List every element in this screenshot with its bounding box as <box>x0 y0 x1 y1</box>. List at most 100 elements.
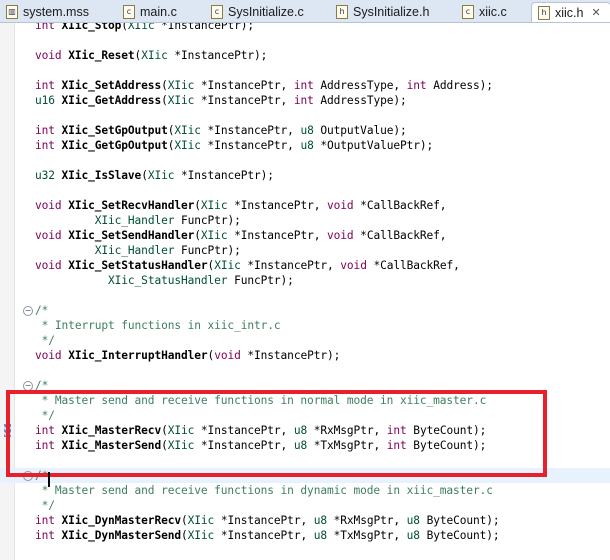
code-token: XIic_SetStatusHandler <box>68 259 208 272</box>
code-token: u16 <box>35 94 62 107</box>
code-line[interactable]: void XIic_Reset(XIic *InstancePtr); <box>0 48 610 63</box>
code-token: FuncPtr); <box>227 274 294 287</box>
tab-main-c[interactable]: c main.c <box>123 2 177 22</box>
code-line[interactable]: int XIic_SetGpOutput(XIic *InstancePtr, … <box>0 123 610 138</box>
code-editor[interactable]: int XIic_Stop(XIic *InstancePtr); void X… <box>0 23 610 560</box>
code-token: ( <box>181 529 188 542</box>
code-token: *TxMsgPtr, <box>327 529 407 542</box>
code-line[interactable]: XIic_StatusHandler FuncPtr); <box>0 273 610 288</box>
code-line[interactable]: int XIic_DynMasterRecv(XIic *InstancePtr… <box>0 513 610 528</box>
code-line[interactable]: */ <box>0 498 610 513</box>
code-line[interactable]: * Interrupt functions in xiic_intr.c <box>0 318 610 333</box>
code-token: *InstancePtr, <box>194 424 294 437</box>
tab-xiic-h[interactable]: h xiic.h ✕ <box>531 2 610 22</box>
code-token: void <box>214 349 241 362</box>
code-token: int <box>293 79 314 92</box>
code-line[interactable]: * Master send and receive functions in d… <box>0 483 610 498</box>
tab-label: main.c <box>140 5 177 19</box>
code-line[interactable]: /* − <box>0 378 610 393</box>
code-token: void <box>327 199 354 212</box>
code-line[interactable]: * Master send and receive functions in n… <box>0 393 610 408</box>
code-token: int <box>35 439 62 452</box>
code-line[interactable]: u32 XIic_IsSlave(XIic *InstancePtr); <box>0 168 610 183</box>
code-line[interactable]: int XIic_MasterSend(XIic *InstancePtr, u… <box>0 438 610 453</box>
code-token: u32 <box>35 169 62 182</box>
code-token: *CallBackRef, <box>366 259 460 272</box>
code-token: XIic_Reset <box>68 49 135 62</box>
code-line[interactable]: void XIic_InterruptHandler(void *Instanc… <box>0 348 610 363</box>
code-token: void <box>35 259 69 272</box>
code-line[interactable] <box>0 108 610 123</box>
code-token: *InstancePtr, <box>194 79 294 92</box>
code-line[interactable]: /* − <box>0 303 610 318</box>
code-token: *InstancePtr); <box>154 23 255 32</box>
code-token: */ <box>35 334 55 347</box>
code-line[interactable] <box>0 33 610 48</box>
tab-label: system.mss <box>23 5 89 19</box>
code-line[interactable]: u16 XIic_GetAddress(XIic *InstancePtr, i… <box>0 93 610 108</box>
code-line[interactable]: int XIic_SetAddress(XIic *InstancePtr, i… <box>0 78 610 93</box>
code-token: *InstancePtr); <box>240 349 341 362</box>
code-line[interactable]: */ <box>0 333 610 348</box>
code-token: u8 <box>406 529 420 542</box>
tab-label: SysInitialize.c <box>228 5 304 19</box>
code-line[interactable] <box>0 183 610 198</box>
code-token: * Interrupt functions in xiic_intr.c <box>35 319 281 332</box>
code-token: XIic <box>200 229 228 242</box>
code-line[interactable]: void XIic_SetStatusHandler(XIic *Instanc… <box>0 258 610 273</box>
code-token: XIic_MasterRecv <box>61 424 162 437</box>
code-token: FuncPtr); <box>174 214 241 227</box>
close-tab-icon[interactable]: ✕ <box>591 6 600 19</box>
code-token: XIic_DynMasterRecv <box>61 514 182 527</box>
code-token: u8 <box>406 514 420 527</box>
code-line[interactable]: XIic_Handler FuncPtr); <box>0 243 610 258</box>
code-token: XIic_StatusHandler <box>108 274 228 287</box>
fold-collapse-icon[interactable]: − <box>23 471 33 481</box>
code-token: void <box>35 349 69 362</box>
fold-collapse-icon[interactable]: − <box>23 381 33 391</box>
code-token: int <box>35 79 62 92</box>
code-token: XIic_SetRecvHandler <box>68 199 195 212</box>
code-line[interactable]: int XIic_DynMasterSend(XIic *InstancePtr… <box>0 528 610 543</box>
code-line[interactable]: int XIic_MasterRecv(XIic *InstancePtr, u… <box>0 423 610 438</box>
fold-collapse-icon[interactable]: − <box>23 306 33 316</box>
tab-sysinitialize-h[interactable]: h SysInitialize.h <box>336 2 429 22</box>
code-line[interactable] <box>0 453 610 468</box>
code-token: XIic_SetAddress <box>61 79 162 92</box>
code-line[interactable]: void XIic_SetSendHandler(XIic *InstanceP… <box>0 228 610 243</box>
code-line[interactable] <box>0 63 610 78</box>
tab-system-mss[interactable]: ▥ system.mss <box>6 2 89 22</box>
code-line[interactable] <box>0 153 610 168</box>
editor-tab-bar: ▥ system.mss c main.c c SysInitialize.c h Sy… <box>0 0 610 23</box>
code-token: int <box>35 124 62 137</box>
code-token: *InstancePtr, <box>194 439 294 452</box>
code-line[interactable]: */ <box>0 408 610 423</box>
code-token: u8 <box>293 424 308 437</box>
code-line[interactable]: XIic_Handler FuncPtr); <box>0 213 610 228</box>
code-line[interactable]: /* − <box>0 468 610 483</box>
code-token: AddressType); <box>313 94 407 107</box>
code-token: XIic <box>174 139 201 152</box>
code-token: XIic_Handler <box>94 244 175 257</box>
code-line[interactable] <box>0 288 610 303</box>
code-line[interactable]: int XIic_Stop(XIic *InstancePtr); <box>0 23 610 33</box>
code-line[interactable] <box>0 363 610 378</box>
code-line[interactable]: void XIic_SetRecvHandler(XIic *InstanceP… <box>0 198 610 213</box>
code-lines[interactable]: int XIic_Stop(XIic *InstancePtr); void X… <box>0 23 610 543</box>
code-token: u8 <box>300 139 314 152</box>
tab-xiic-c[interactable]: c xiic.c <box>462 2 507 22</box>
code-token: *InstancePtr, <box>214 514 314 527</box>
code-token: XIic_GetGpOutput <box>61 139 168 152</box>
c-file-icon: c <box>123 5 135 19</box>
code-token: ( <box>194 199 201 212</box>
code-token: ByteCount); <box>406 424 487 437</box>
code-token: u8 <box>313 529 328 542</box>
code-token: ( <box>121 23 128 32</box>
code-token: *InstancePtr, <box>227 229 327 242</box>
tab-sysinitialize-c[interactable]: c SysInitialize.c <box>211 2 304 22</box>
code-line[interactable]: int XIic_GetGpOutput(XIic *InstancePtr, … <box>0 138 610 153</box>
c-file-icon: c <box>211 5 223 19</box>
code-token: *InstancePtr, <box>227 199 327 212</box>
code-token: *RxMsgPtr, <box>307 424 387 437</box>
